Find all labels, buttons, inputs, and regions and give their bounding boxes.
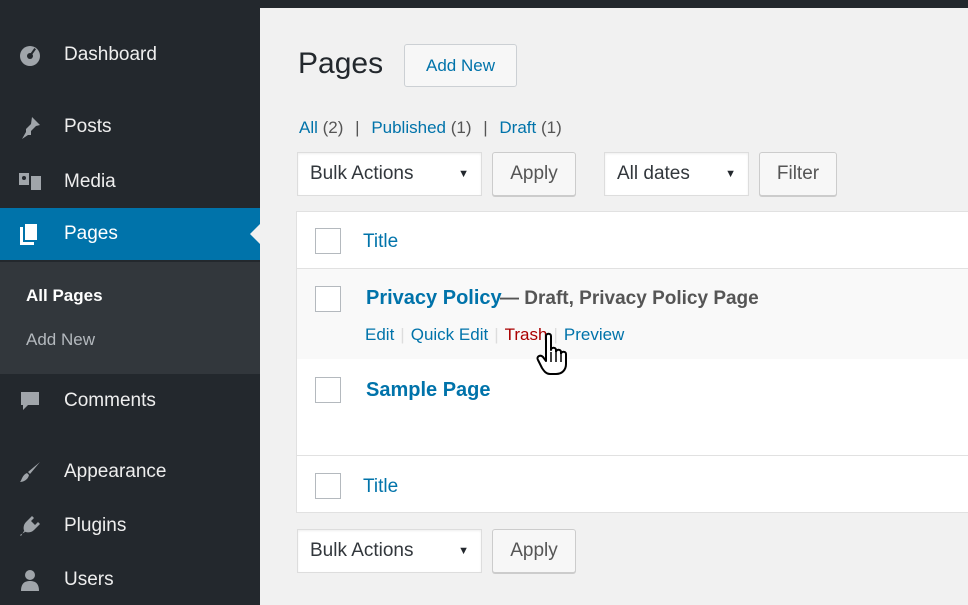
dates-select[interactable]: All dates ▼: [604, 152, 749, 196]
row-title-link[interactable]: Privacy Policy: [366, 287, 502, 310]
pages-submenu: All Pages Add New: [0, 262, 260, 374]
admin-bar: [260, 0, 968, 8]
dates-value: All dates: [617, 163, 690, 184]
sidebar-item-posts[interactable]: Posts: [0, 101, 260, 153]
status-filters: All (2) | Published (1) | Draft (1): [299, 118, 562, 138]
sidebar-item-label: Pages: [64, 223, 118, 244]
sidebar-item-label: Comments: [64, 390, 156, 411]
select-all-checkbox-footer[interactable]: [315, 473, 341, 499]
sidebar-item-users[interactable]: Users: [0, 554, 260, 605]
bulk-actions-select-top[interactable]: Bulk Actions ▼: [297, 152, 482, 196]
post-state: — Draft, Privacy Policy Page: [500, 288, 759, 309]
quick-edit-link[interactable]: Quick Edit: [411, 325, 488, 344]
sidebar-item-label: Media: [64, 171, 116, 192]
pages-icon: [10, 223, 50, 245]
sidebar-item-appearance[interactable]: Appearance: [0, 446, 260, 498]
dashboard-icon: [10, 44, 50, 66]
filter-published-count: (1): [450, 118, 472, 137]
dropdown-arrow-icon: ▼: [458, 545, 469, 557]
page-title: Pages: [298, 47, 384, 80]
comment-icon: [10, 390, 50, 412]
preview-link[interactable]: Preview: [564, 325, 624, 344]
row-actions: Edit | Quick Edit | Trash | Preview: [365, 325, 625, 344]
filter-button[interactable]: Filter: [759, 152, 837, 196]
plugin-icon: [10, 514, 50, 538]
submenu-add-new[interactable]: Add New: [26, 330, 95, 350]
filter-all-count: (2): [322, 118, 344, 137]
divider: [297, 455, 968, 456]
sidebar-item-pages[interactable]: Pages: [0, 208, 260, 260]
sidebar-item-plugins[interactable]: Plugins: [0, 500, 260, 552]
dropdown-arrow-icon: ▼: [725, 168, 736, 180]
media-icon: [10, 171, 50, 193]
hand-cursor-icon: [536, 332, 570, 381]
bulk-actions-value: Bulk Actions: [310, 540, 414, 561]
user-icon: [10, 569, 50, 591]
pin-icon: [10, 115, 50, 139]
edit-link[interactable]: Edit: [365, 325, 394, 344]
filter-separator: |: [355, 118, 360, 137]
filter-published[interactable]: Published: [371, 118, 446, 137]
apply-button-bottom[interactable]: Apply: [492, 529, 576, 573]
sidebar-item-dashboard[interactable]: Dashboard: [0, 29, 260, 81]
dropdown-arrow-icon: ▼: [458, 168, 469, 180]
pages-table: Title Privacy Policy — Draft, Privacy Po…: [296, 211, 968, 513]
apply-button-top[interactable]: Apply: [492, 152, 576, 196]
sidebar-item-label: Users: [64, 569, 114, 590]
sidebar-item-media[interactable]: Media: [0, 156, 260, 208]
bulk-actions-value: Bulk Actions: [310, 163, 414, 184]
row-title-link[interactable]: Sample Page: [366, 379, 491, 402]
column-title-footer[interactable]: Title: [363, 476, 398, 498]
filter-draft-count: (1): [540, 118, 562, 137]
sidebar-item-label: Plugins: [64, 515, 127, 536]
sidebar-item-label: Posts: [64, 116, 112, 137]
row-checkbox[interactable]: [315, 286, 341, 312]
row-checkbox[interactable]: [315, 377, 341, 403]
filter-draft[interactable]: Draft: [499, 118, 536, 137]
sidebar-item-label: Appearance: [64, 461, 167, 482]
sidebar-item-label: Dashboard: [64, 44, 157, 65]
submenu-all-pages[interactable]: All Pages: [26, 286, 103, 306]
admin-sidebar: Dashboard Posts Media Pages All Pages Ad…: [0, 0, 260, 605]
filter-separator: |: [483, 118, 488, 137]
sidebar-item-comments[interactable]: Comments: [0, 375, 260, 427]
select-all-checkbox[interactable]: [315, 228, 341, 254]
bulk-actions-select-bottom[interactable]: Bulk Actions ▼: [297, 529, 482, 573]
filter-all[interactable]: All: [299, 118, 318, 137]
table-row-highlight: [297, 269, 968, 359]
brush-icon: [10, 460, 50, 484]
column-title-header[interactable]: Title: [363, 231, 398, 253]
add-new-button[interactable]: Add New: [404, 44, 517, 87]
